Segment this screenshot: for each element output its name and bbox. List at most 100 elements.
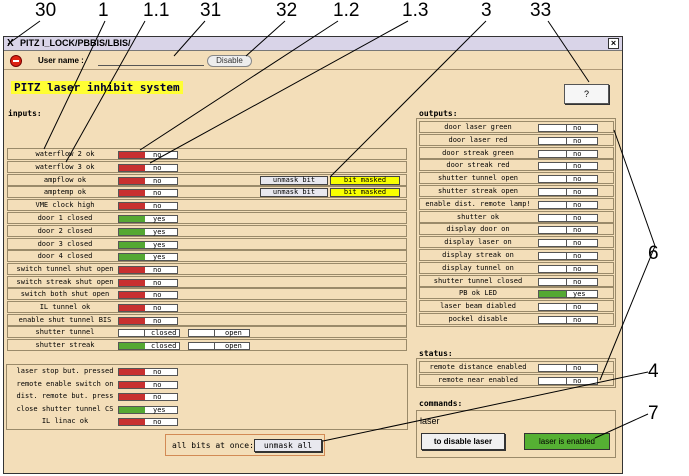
input-indicator: no bbox=[118, 151, 178, 159]
input-row: ampflow ok no unmask bit bit masked bbox=[7, 174, 407, 186]
input-label: door 2 closed bbox=[37, 227, 93, 235]
status-value: no bbox=[153, 393, 162, 401]
status-led bbox=[539, 265, 567, 272]
status-led bbox=[119, 382, 145, 388]
status-led bbox=[119, 292, 145, 298]
input-label: door 4 closed bbox=[37, 252, 93, 260]
stop-icon[interactable] bbox=[10, 55, 22, 67]
status-value: no bbox=[573, 239, 582, 248]
status-value: no bbox=[153, 279, 162, 287]
status-led bbox=[119, 216, 145, 222]
unmask-bit-button[interactable]: unmask bit bbox=[260, 176, 328, 185]
input-label: door 1 closed bbox=[37, 214, 93, 222]
input-row: door 3 closed yes bbox=[7, 238, 407, 250]
status-value: no bbox=[573, 377, 582, 385]
shutter-row: shutter streak closed open bbox=[7, 339, 407, 351]
callout-1-1: 1.1 bbox=[143, 0, 170, 21]
output-indicator: no bbox=[538, 239, 598, 248]
laser-enabled-indicator: laser is enabled bbox=[524, 433, 610, 450]
output-label: PB ok LED bbox=[459, 289, 497, 298]
callout-1-3: 1.3 bbox=[402, 0, 429, 21]
status-value: no bbox=[153, 177, 162, 185]
status-led bbox=[119, 369, 145, 375]
inputs-heading: inputs: bbox=[8, 109, 42, 118]
input-label: switch streak shut open bbox=[16, 278, 114, 286]
input-indicator: yes bbox=[118, 228, 178, 236]
status-led bbox=[119, 419, 145, 425]
input-label: switch both shut open bbox=[20, 290, 110, 298]
input-indicator: yes bbox=[118, 406, 178, 414]
output-label: laser beam diabled bbox=[440, 302, 516, 311]
status-led bbox=[119, 280, 145, 286]
help-button[interactable]: ? bbox=[564, 84, 609, 104]
shutter-open-indicator: open bbox=[188, 342, 250, 350]
disable-laser-button[interactable]: to disable laser bbox=[421, 433, 505, 450]
status-value: no bbox=[573, 252, 582, 260]
status-led bbox=[119, 254, 145, 260]
status-value: no bbox=[153, 164, 162, 172]
status-value: no bbox=[153, 317, 162, 325]
input-indicator: yes bbox=[118, 253, 178, 261]
output-label: display tunnel on bbox=[442, 263, 514, 272]
close-icon[interactable]: × bbox=[608, 38, 619, 49]
bit-masked-badge: bit masked bbox=[330, 176, 400, 185]
input-row: waterflow 2 ok no bbox=[7, 148, 407, 160]
status-led bbox=[539, 278, 567, 285]
input-row: IL tunnel ok no bbox=[7, 301, 407, 313]
status-led bbox=[119, 165, 145, 171]
callout-33: 33 bbox=[530, 0, 552, 21]
output-label: shutter tunnel closed bbox=[433, 276, 523, 285]
input-row: switch streak shut open no bbox=[7, 276, 407, 288]
status-row: remote distance enabled no bbox=[419, 361, 614, 373]
status-value: yes bbox=[153, 253, 166, 261]
input-indicator: no bbox=[118, 177, 178, 185]
output-label: display streak on bbox=[442, 251, 514, 259]
status-led bbox=[539, 163, 567, 170]
status-led bbox=[119, 394, 145, 400]
input-indicator: no bbox=[118, 266, 178, 274]
output-row: shutter tunnel closed no bbox=[419, 274, 614, 287]
output-indicator: yes bbox=[538, 290, 598, 299]
output-label: display door on bbox=[446, 225, 510, 234]
unmask-all-button[interactable]: unmask all bbox=[254, 439, 322, 452]
user-name-field[interactable] bbox=[98, 65, 204, 66]
toolbar: User name : Disable bbox=[4, 52, 622, 70]
output-row: door streak green no bbox=[419, 146, 614, 159]
output-indicator: no bbox=[538, 226, 598, 235]
unmask-bit-button[interactable]: unmask bit bbox=[260, 188, 328, 197]
input-indicator: no bbox=[118, 304, 178, 312]
input-label: amptemp ok bbox=[43, 188, 87, 196]
input-label: ampflow ok bbox=[43, 176, 87, 184]
input-row: switch both shut open no bbox=[7, 288, 407, 300]
status-led bbox=[539, 201, 567, 208]
input-row: remote enable switch on no bbox=[7, 378, 407, 390]
status-led bbox=[119, 267, 145, 273]
output-label: display laser on bbox=[444, 238, 512, 247]
disable-button[interactable]: Disable bbox=[207, 55, 252, 67]
output-row: display door on no bbox=[419, 223, 614, 236]
output-row: door laser red no bbox=[419, 133, 614, 146]
status-led bbox=[189, 330, 215, 336]
status-value: yes bbox=[153, 406, 166, 414]
output-row: PB ok LED yes bbox=[419, 287, 614, 300]
input-row: door 4 closed yes bbox=[7, 250, 407, 262]
status-label: remote distance enabled bbox=[429, 363, 527, 371]
input-label: waterflow 3 ok bbox=[35, 163, 95, 171]
status-indicator: no bbox=[538, 364, 598, 372]
input-label: enable shut tunnel BIS bbox=[18, 316, 112, 324]
input-label: remote enable switch on bbox=[16, 380, 114, 388]
bit-masked-badge: bit masked bbox=[330, 188, 400, 197]
output-label: door laser red bbox=[448, 135, 508, 144]
status-led bbox=[539, 317, 567, 323]
input-row: door 1 closed yes bbox=[7, 212, 407, 224]
callout-1-2: 1.2 bbox=[333, 0, 360, 21]
output-label: door streak green bbox=[442, 148, 514, 157]
input-indicator: no bbox=[118, 317, 178, 325]
status-value: no bbox=[153, 381, 162, 389]
laser-group-label: laser bbox=[420, 416, 440, 426]
status-value: yes bbox=[153, 215, 166, 223]
status-value: no bbox=[573, 175, 582, 184]
status-value: no bbox=[153, 368, 162, 376]
status-value: no bbox=[573, 277, 582, 286]
output-indicator: no bbox=[538, 200, 598, 209]
